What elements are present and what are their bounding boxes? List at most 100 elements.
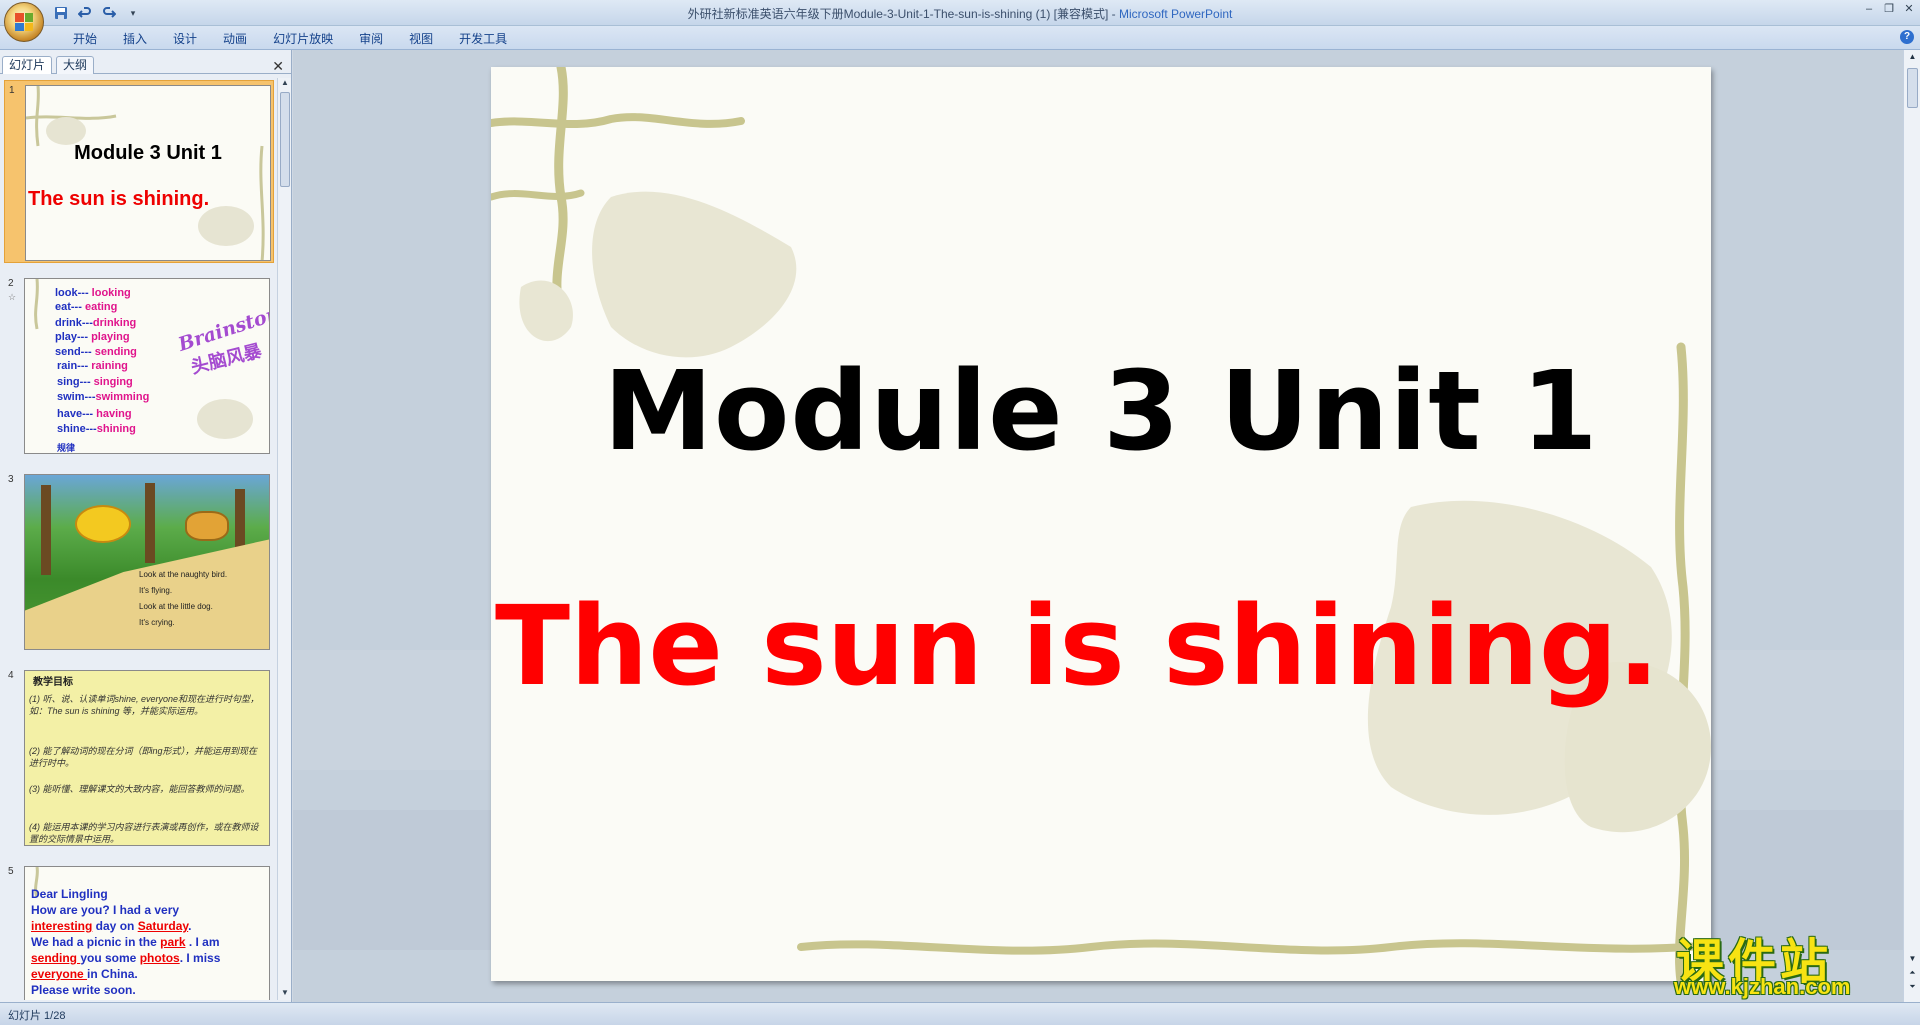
thumbnail-list: 1 Module 3 Unit 1 The sun is shining. 2 … — [0, 78, 278, 1000]
restore-icon[interactable]: ❐ — [1882, 2, 1896, 16]
slide-thumbnail-5[interactable]: 5 Dear Lingling How are you? I had a ver… — [4, 862, 274, 1000]
word-china: in China. — [87, 967, 138, 981]
minimize-icon[interactable]: – — [1862, 2, 1876, 16]
dog-figure — [185, 511, 229, 541]
tab-design[interactable]: 设计 — [160, 30, 210, 48]
caption-line: Look at the naughty bird. — [139, 570, 228, 579]
background-decoration — [26, 86, 265, 260]
ribbon-tab-bar: 开始 插入 设计 动画 幻灯片放映 审阅 视图 开发工具 ? — [0, 26, 1920, 50]
verb-base: rain--- — [57, 360, 89, 372]
verb-ing: sending — [94, 346, 137, 358]
thumbnail-canvas: look--- looking eat--- eating drink---dr… — [24, 278, 270, 454]
slide-thumbnail-1[interactable]: 1 Module 3 Unit 1 The sun is shining. — [4, 80, 274, 263]
tree-trunk — [41, 485, 51, 575]
scroll-thumb[interactable] — [280, 92, 290, 187]
tab-view[interactable]: 视图 — [396, 30, 446, 48]
watermark-url: www.kjzhan.com — [1674, 974, 1851, 999]
word-dayon: day on — [92, 919, 138, 933]
thumbnail-scrollbar[interactable]: ▲ ▼ — [277, 78, 291, 1000]
slide-number: 4 — [8, 670, 14, 681]
scroll-down-icon[interactable]: ▼ — [1906, 954, 1919, 966]
thumbnail-canvas: Look at the naughty bird. It's flying. L… — [24, 474, 270, 650]
objective-item: (1) 听、说、认读单词shine, everyone和现在进行时句型，如：Th… — [29, 694, 260, 716]
window-controls: – ❐ ✕ — [1862, 2, 1916, 16]
verb-ing: playing — [91, 331, 130, 343]
objective-item: (2) 能了解动词的现在分词（即ing形式），并能运用到现在进行时中。 — [29, 746, 258, 768]
verb-base: sing--- — [57, 376, 91, 388]
previous-slide-icon[interactable]: ⏶ — [1906, 968, 1919, 980]
slide-canvas[interactable]: Module 3 Unit 1 The sun is shining. — [491, 67, 1711, 981]
tab-slide-show[interactable]: 幻灯片放映 — [260, 30, 346, 48]
verb-ing: singing — [93, 376, 133, 388]
help-icon[interactable]: ? — [1900, 30, 1914, 44]
slide-number: 5 — [8, 866, 14, 877]
tab-developer[interactable]: 开发工具 — [446, 30, 520, 48]
word-sending: sending — [31, 951, 81, 965]
caption-line: Look at the little dog. — [139, 602, 213, 611]
scroll-up-icon[interactable]: ▲ — [278, 78, 292, 90]
title-separator: - — [1108, 7, 1120, 21]
slide-thumbnail-2[interactable]: 2 ☆ look--- looking eat--- eating drink-… — [4, 274, 274, 457]
main-scrollbar[interactable]: ▲ ▼ ⏶ ⏷ — [1903, 50, 1920, 1002]
word-saturday: Saturday — [137, 919, 189, 933]
slide-number: 1 — [9, 85, 15, 96]
site-watermark: 课件站 www.kjzhan.com — [1668, 922, 1906, 1002]
thumbnail-canvas: Dear Lingling How are you? I had a very … — [24, 866, 270, 1000]
slide-number: 3 — [8, 474, 14, 485]
verb-base: swim--- — [57, 391, 96, 403]
bird-figure — [75, 505, 131, 543]
objective-item: (4) 能运用本课的学习内容进行表演或再创作，或在教师设置的交际情景中运用。 — [29, 822, 259, 844]
panel-close-icon[interactable]: ✕ — [272, 58, 284, 75]
letter-line: Dear Lingling — [31, 887, 108, 901]
scroll-thumb[interactable] — [1907, 68, 1918, 108]
objectives-slide: 教学目标 (1) 听、说、认读单词shine, everyone和现在进行时句型… — [25, 671, 269, 845]
letter-line: How are you? I had a very — [31, 903, 180, 917]
next-slide-icon[interactable]: ⏷ — [1906, 982, 1919, 994]
office-button[interactable] — [4, 2, 44, 42]
tab-slides[interactable]: 幻灯片 — [2, 56, 53, 74]
tree-trunk — [145, 483, 155, 563]
thumbnail-title: Module 3 Unit 1 — [74, 142, 222, 164]
verb-ing: looking — [91, 287, 131, 299]
status-bar: 幻灯片 1/28 — [0, 1002, 1920, 1025]
slide-number: 2 — [8, 278, 14, 289]
verb-ing: drinking — [92, 317, 137, 329]
word-dot: . — [188, 919, 192, 933]
slide-thumbnail-3[interactable]: 3 Look at the naughty bird. It's flying.… — [4, 470, 274, 653]
slides-panel: 幻灯片 大纲 ✕ 1 Module 3 Unit 1 The sun is sh… — [0, 50, 292, 1002]
animation-star-icon: ☆ — [8, 292, 17, 302]
close-icon[interactable]: ✕ — [1902, 2, 1916, 16]
thumbnail-canvas: 教学目标 (1) 听、说、认读单词shine, everyone和现在进行时句型… — [24, 670, 270, 846]
letter-text: Dear Lingling How are you? I had a very … — [25, 867, 269, 1000]
slide-indicator: 幻灯片 1/28 — [8, 1010, 66, 1022]
tab-outline[interactable]: 大纲 — [56, 56, 95, 74]
word-picnic: We had a picnic in the — [31, 935, 161, 949]
objectives-heading: 教学目标 — [33, 677, 73, 688]
tab-animations[interactable]: 动画 — [210, 30, 260, 48]
slide-subtitle[interactable]: The sun is shining. — [495, 582, 1659, 710]
rule-label: 规律 — [57, 443, 76, 453]
word-yousome: you some — [80, 951, 140, 965]
document-name: 外研社新标准英语六年级下册Module-3-Unit-1-The-sun-is-… — [687, 7, 1109, 21]
verb-base: play--- — [55, 331, 88, 343]
scroll-up-icon[interactable]: ▲ — [1906, 52, 1919, 64]
panel-tabs: 幻灯片 大纲 ✕ — [0, 54, 292, 74]
word-everyone: everyone — [31, 967, 88, 981]
caption-lines: Look at the naughty bird. It's flying. L… — [139, 567, 227, 631]
tab-home[interactable]: 开始 — [60, 30, 110, 48]
word-photos: photos — [139, 951, 180, 965]
caption-line: It's crying. — [139, 618, 175, 627]
letter-line: We had a picnic in the park . I am — [31, 935, 220, 949]
word-park: park — [160, 935, 186, 949]
caption-line: It's flying. — [139, 586, 173, 595]
office-logo-icon — [15, 13, 33, 31]
scroll-down-icon[interactable]: ▼ — [278, 988, 292, 1000]
letter-line: Please write soon. — [31, 983, 136, 997]
tab-review[interactable]: 审阅 — [346, 30, 396, 48]
slide-title[interactable]: Module 3 Unit 1 — [491, 347, 1711, 475]
verb-base: eat--- — [55, 301, 82, 313]
objective-item: (3) 能听懂、理解课文的大致内容，能回答教师的问题。 — [29, 784, 250, 794]
word-miss: . I miss — [179, 951, 221, 965]
slide-thumbnail-4[interactable]: 4 教学目标 (1) 听、说、认读单词shine, everyone和现在进行时… — [4, 666, 274, 849]
tab-insert[interactable]: 插入 — [110, 30, 160, 48]
